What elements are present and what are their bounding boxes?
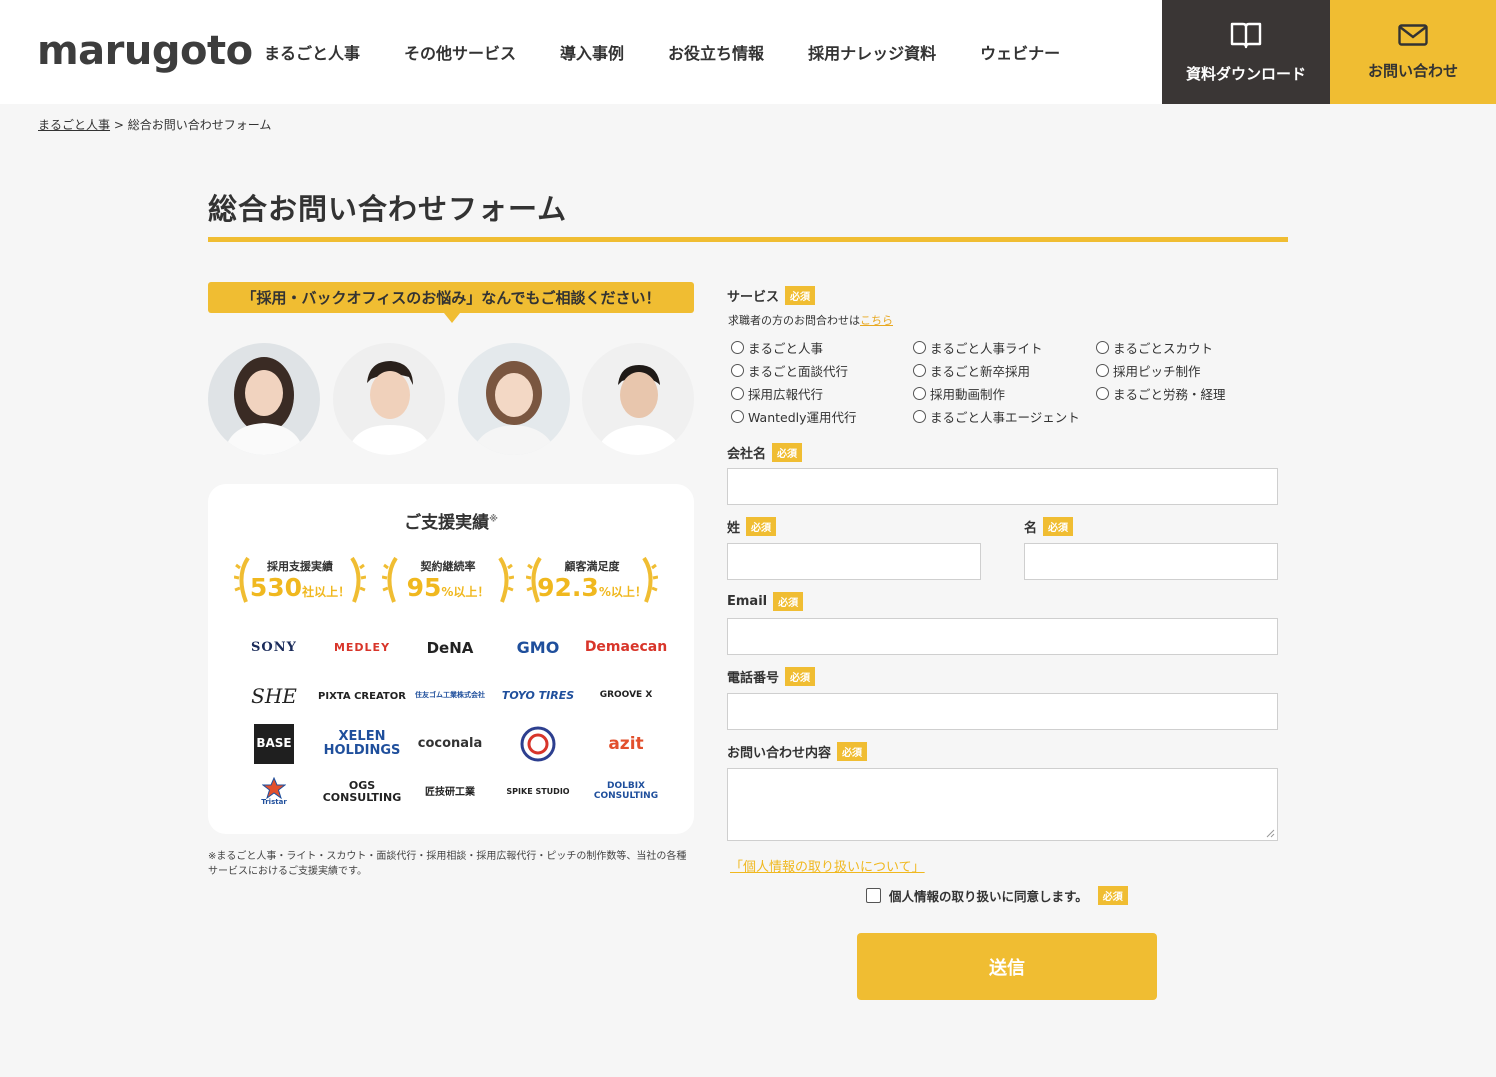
breadcrumb: まるごと人事 > 総合お問い合わせフォーム <box>38 116 271 133</box>
laurel-icon <box>498 556 514 603</box>
nav-webinar[interactable]: ウェビナー <box>980 40 1060 64</box>
client-logo: Tristar <box>230 770 318 814</box>
email-label: Email 必須 <box>727 592 804 611</box>
page-title: 総合お問い合わせフォーム <box>208 192 568 226</box>
circle-emblem-icon <box>520 726 556 762</box>
first-name-label: 名必須 <box>1024 517 1074 536</box>
nav-case-studies[interactable]: 導入事例 <box>560 40 624 64</box>
service-radio[interactable]: 採用ピッチ制作 <box>1096 361 1201 380</box>
privacy-agree[interactable]: 個人情報の取り扱いに同意します。 必須 <box>866 886 1128 905</box>
resize-handle-icon[interactable] <box>1266 829 1275 838</box>
required-badge: 必須 <box>785 667 816 686</box>
client-logo: coconala <box>417 735 483 751</box>
download-button[interactable]: 資料ダウンロード <box>1162 0 1330 104</box>
client-logo: GROOVE X <box>599 690 653 701</box>
download-label: 資料ダウンロード <box>1185 64 1306 83</box>
book-icon <box>1230 22 1262 48</box>
staff-avatar <box>208 343 320 455</box>
breadcrumb-home[interactable]: まるごと人事 <box>38 118 110 132</box>
laurel-icon <box>642 556 658 603</box>
job-seeker-link[interactable]: こちら <box>860 314 893 327</box>
contact-button[interactable]: お問い合わせ <box>1330 0 1496 104</box>
laurel-icon <box>350 556 366 603</box>
client-logo: 住友ゴム工業株式会社 <box>415 691 485 700</box>
service-radio[interactable]: まるごと新卒採用 <box>913 361 1030 380</box>
footnote: ※まるごと人事・ライト・スカウト・面談代行・採用相談・採用広報代行・ピッチの制作… <box>208 851 687 877</box>
contact-label: お問い合わせ <box>1367 61 1458 80</box>
staff-avatar <box>582 343 694 455</box>
support-results-card: ご支援実績※ 採用支援実績 530社以上！ 契約継続率 95%以上！ 顧客満足度… <box>208 484 694 834</box>
stat-block: 採用支援実績 530社以上！ <box>230 556 370 603</box>
mail-icon <box>1398 23 1428 46</box>
staff-avatar <box>458 343 570 455</box>
client-logo: BASE <box>254 724 294 764</box>
last-name-input[interactable] <box>727 543 981 580</box>
breadcrumb-current: 総合お問い合わせフォーム <box>127 118 272 132</box>
service-radio[interactable]: 採用広報代行 <box>731 384 823 403</box>
card-title: ご支援実績※ <box>404 513 498 533</box>
client-logo: XELEN HOLDINGS <box>323 728 401 758</box>
client-logo: TOYO TIRES <box>501 688 575 702</box>
client-logo: SPIKE STUDIO <box>506 786 570 796</box>
service-radio[interactable]: まるごと人事 <box>731 338 823 357</box>
staff-avatar <box>333 343 445 455</box>
service-radio[interactable]: Wantedly運用代行 <box>731 407 857 426</box>
title-underline <box>208 237 1288 242</box>
client-logo: 匠技研工業 <box>425 786 475 798</box>
required-badge: 必須 <box>837 742 868 761</box>
required-badge: 必須 <box>746 517 777 536</box>
phone-input[interactable] <box>727 693 1278 730</box>
agree-checkbox[interactable] <box>866 888 881 903</box>
laurel-icon <box>526 556 542 603</box>
client-logo: DeNA <box>426 638 474 657</box>
marugoto-logo[interactable]: marugoto <box>37 28 253 74</box>
client-logo: DOLBIX CONSULTING <box>593 781 659 801</box>
client-logo: Demaecan <box>584 639 668 656</box>
laurel-icon <box>234 556 250 603</box>
nav-useful-info[interactable]: お役立ち情報 <box>668 40 764 64</box>
main-nav: まるごと人事 その他サービス 導入事例 お役立ち情報 採用ナレッジ資料 ウェビナ… <box>264 40 1104 64</box>
phone-label: 電話番号 必須 <box>727 667 816 686</box>
service-label: サービス 必須 <box>727 286 816 305</box>
service-radio[interactable]: まるごと人事ライト <box>913 338 1043 357</box>
client-logo: SHE <box>251 684 297 708</box>
company-label: 会社名 必須 <box>727 443 803 462</box>
required-badge: 必須 <box>785 286 816 305</box>
client-logo: azit <box>608 733 644 754</box>
nav-knowledge-docs[interactable]: 採用ナレッジ資料 <box>808 40 936 64</box>
company-input[interactable] <box>727 468 1278 505</box>
nav-marugoto-jinji[interactable]: まるごと人事 <box>264 40 360 64</box>
required-badge: 必須 <box>1097 886 1128 905</box>
site-header: marugoto まるごと人事 その他サービス 導入事例 お役立ち情報 採用ナレ… <box>0 0 1496 104</box>
service-radio[interactable]: 採用動画制作 <box>913 384 1005 403</box>
required-badge: 必須 <box>773 592 804 611</box>
last-name-label: 姓必須 <box>727 517 777 536</box>
laurel-icon <box>382 556 398 603</box>
client-logo <box>494 722 582 766</box>
required-badge: 必須 <box>1043 517 1074 536</box>
breadcrumb-separator: > <box>113 118 124 132</box>
service-radio[interactable]: まるごと面談代行 <box>731 361 848 380</box>
service-radio[interactable]: まるごとスカウト <box>1096 338 1213 357</box>
consult-ribbon: 「採用・バックオフィスのお悩み」なんでもご相談ください！ <box>208 282 694 323</box>
client-logo: OGS CONSULTING <box>322 778 402 804</box>
service-radio[interactable]: まるごと労務・経理 <box>1096 384 1226 403</box>
stat-block: 顧客満足度 92.3%以上！ <box>522 556 662 603</box>
inquiry-textarea[interactable] <box>727 768 1278 841</box>
client-logo: GMO <box>516 638 560 658</box>
client-logo: MEDLEY <box>333 640 391 654</box>
client-logo: PIXTA CREATOR <box>318 690 406 702</box>
privacy-policy-link[interactable]: 「個人情報の取り扱いについて」 <box>730 856 925 875</box>
submit-button[interactable]: 送信 <box>857 933 1157 1000</box>
required-badge: 必須 <box>772 443 803 462</box>
nav-other-services[interactable]: その他サービス <box>404 40 516 64</box>
stat-block: 契約継続率 95%以上！ <box>378 556 518 603</box>
inquiry-label: お問い合わせ内容 必須 <box>727 742 868 761</box>
client-logo: SONY <box>251 639 297 655</box>
email-input[interactable] <box>727 618 1278 655</box>
first-name-input[interactable] <box>1024 543 1278 580</box>
service-radio[interactable]: まるごと人事エージェント <box>913 407 1080 426</box>
job-seeker-note: 求職者の方のお問合わせはこちら <box>728 314 893 327</box>
star-icon <box>262 777 286 800</box>
